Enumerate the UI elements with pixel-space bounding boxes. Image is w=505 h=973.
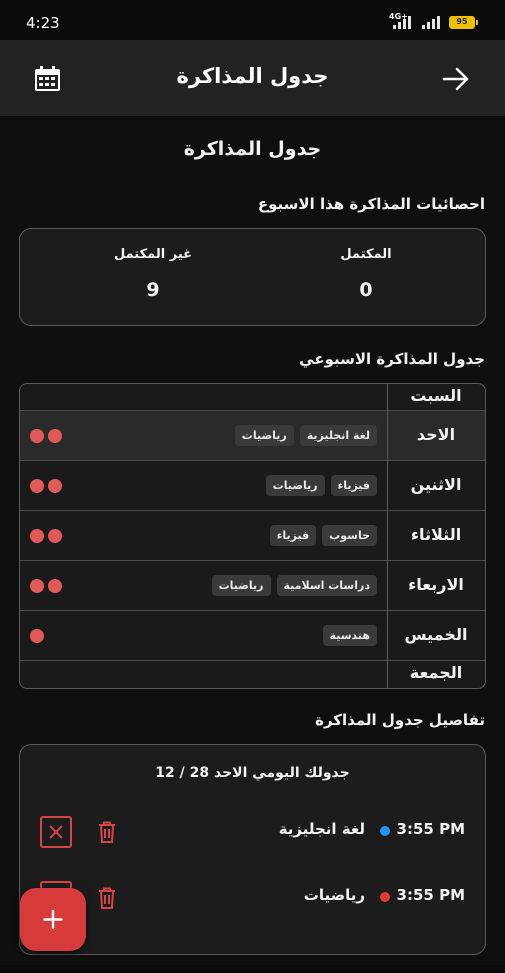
entry-time: 3:55 PM — [396, 820, 465, 838]
stats-section-title: احصائيات المذاكرة هذا الاسبوع — [257, 195, 485, 213]
close-icon — [49, 825, 63, 839]
day-row-tuesday[interactable]: الثلاثاء حاسوب فيزياء — [20, 511, 485, 561]
entry-color-dot — [380, 892, 390, 902]
day-row-sunday[interactable]: الاحد لغة انجليزية رياضيات — [20, 411, 485, 461]
day-name: الاثنين — [410, 475, 462, 494]
subject-chips: حاسوب فيزياء — [269, 525, 377, 546]
incomplete-value: 9 — [146, 279, 160, 301]
status-dot — [48, 429, 62, 443]
subject-chip: حاسوب — [322, 525, 377, 546]
day-name: الاحد — [416, 425, 456, 444]
day-row-saturday[interactable]: السبت — [20, 384, 485, 411]
day-name: الاربعاء — [408, 575, 464, 594]
daily-schedule-header: جدولك اليومي الاحد 28 / 12 — [155, 765, 350, 781]
subject-chips: لغة انجليزية رياضيات — [234, 425, 377, 446]
day-row-thursday[interactable]: الخميس هندسية — [20, 611, 485, 661]
status-bar: 4:23 4G+ 95 — [0, 0, 505, 40]
day-row-monday[interactable]: الاثنين فيزياء رياضيات — [20, 461, 485, 511]
completed-value: 0 — [359, 279, 373, 301]
status-time: 4:23 — [26, 14, 60, 32]
status-dot — [48, 479, 62, 493]
status-dot — [30, 529, 44, 543]
weekly-table: السبت الاحد لغة انجليزية رياضيات الاثنين… — [19, 383, 486, 689]
entry-time: 3:55 PM — [396, 886, 465, 904]
app-bar-title: جدول المذاكرة — [176, 64, 329, 88]
entry-subject: رياضيات — [303, 886, 365, 904]
stats-card: المكتمل 0 غير المكتمل 9 — [19, 228, 486, 326]
details-section-title: تفاصيل جدول المذاكرة — [315, 711, 485, 729]
subject-chip: لغة انجليزية — [299, 425, 377, 446]
subject-chip: هندسية — [322, 625, 377, 646]
page-title: جدول المذاكرة — [183, 138, 322, 160]
signal-icon-2 — [422, 15, 448, 29]
delete-icon[interactable] — [98, 821, 116, 843]
day-name: الخميس — [404, 625, 468, 644]
status-dot — [30, 629, 44, 643]
weekly-section-title: جدول المذاكرة الاسبوعي — [299, 350, 485, 368]
mark-incomplete-button[interactable] — [40, 816, 72, 848]
delete-icon[interactable] — [98, 887, 116, 909]
back-arrow-icon[interactable] — [442, 66, 470, 92]
status-dots — [30, 429, 62, 443]
battery-icon: 95 — [449, 16, 478, 29]
status-dot — [48, 529, 62, 543]
status-dot — [30, 579, 44, 593]
day-row-friday[interactable]: الجمعة — [20, 661, 485, 688]
app-bar: جدول المذاكرة — [0, 40, 505, 116]
subject-chip: فيزياء — [330, 475, 377, 496]
status-dots — [30, 529, 62, 543]
subject-chips: دراسات اسلامية رياضيات — [211, 575, 377, 596]
day-name: السبت — [410, 386, 462, 405]
completed-label: المكتمل — [340, 247, 392, 262]
details-card: جدولك اليومي الاحد 28 / 12 3:55 PM لغة ا… — [19, 744, 486, 955]
subject-chip: رياضيات — [265, 475, 325, 496]
status-dot — [30, 479, 44, 493]
plus-icon — [43, 909, 63, 930]
signal-icon — [393, 15, 419, 29]
entry-color-dot — [380, 826, 390, 836]
add-session-button[interactable] — [20, 888, 86, 951]
status-dot — [48, 579, 62, 593]
status-dots — [30, 479, 62, 493]
system-nav-bar — [0, 965, 505, 973]
subject-chips: هندسية — [322, 625, 377, 646]
incomplete-label: غير المكتمل — [113, 247, 193, 262]
status-dots — [30, 579, 62, 593]
calendar-icon[interactable] — [34, 66, 61, 92]
subject-chips: فيزياء رياضيات — [265, 475, 377, 496]
day-row-wednesday[interactable]: الاربعاء دراسات اسلامية رياضيات — [20, 561, 485, 611]
entry-subject: لغة انجليزية — [278, 820, 365, 838]
day-name: الثلاثاء — [410, 525, 462, 544]
day-name: الجمعة — [409, 663, 463, 682]
subject-chip: رياضيات — [234, 425, 294, 446]
table-divider — [387, 384, 388, 688]
subject-chip: فيزياء — [269, 525, 317, 546]
status-dots — [30, 629, 44, 643]
subject-chip: رياضيات — [211, 575, 271, 596]
subject-chip: دراسات اسلامية — [276, 575, 377, 596]
status-dot — [30, 429, 44, 443]
